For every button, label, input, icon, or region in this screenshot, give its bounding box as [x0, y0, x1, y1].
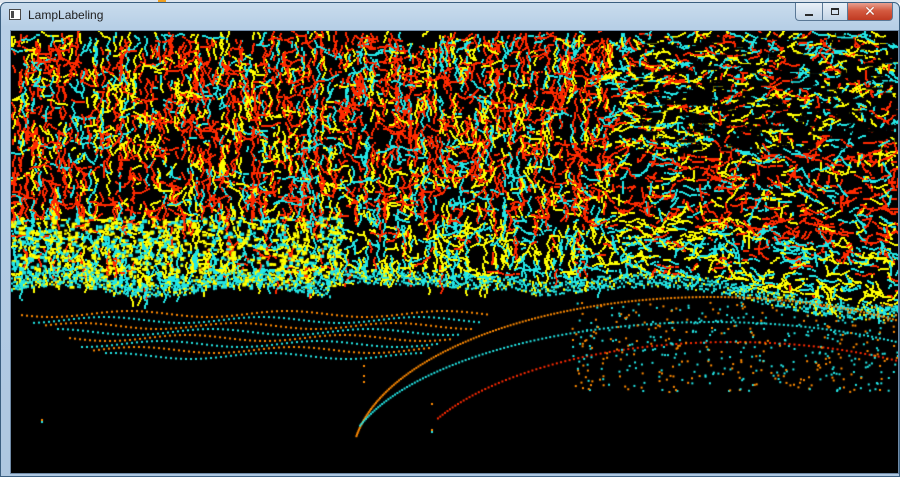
close-icon: ✕: [864, 3, 876, 20]
maximize-icon: [831, 8, 839, 15]
minimize-icon: [805, 13, 813, 16]
maximize-button[interactable]: [822, 3, 848, 21]
title-bar[interactable]: LampLabeling ✕: [1, 3, 899, 27]
app-window-icon[interactable]: [9, 9, 21, 20]
minimize-button[interactable]: [795, 3, 822, 21]
close-button[interactable]: ✕: [848, 3, 893, 21]
caption-buttons: ✕: [795, 3, 893, 22]
point-cloud-canvas[interactable]: [11, 31, 898, 473]
app-window: LampLabeling ✕: [0, 2, 900, 477]
window-title: LampLabeling: [28, 8, 104, 22]
point-cloud-view[interactable]: [10, 30, 899, 474]
